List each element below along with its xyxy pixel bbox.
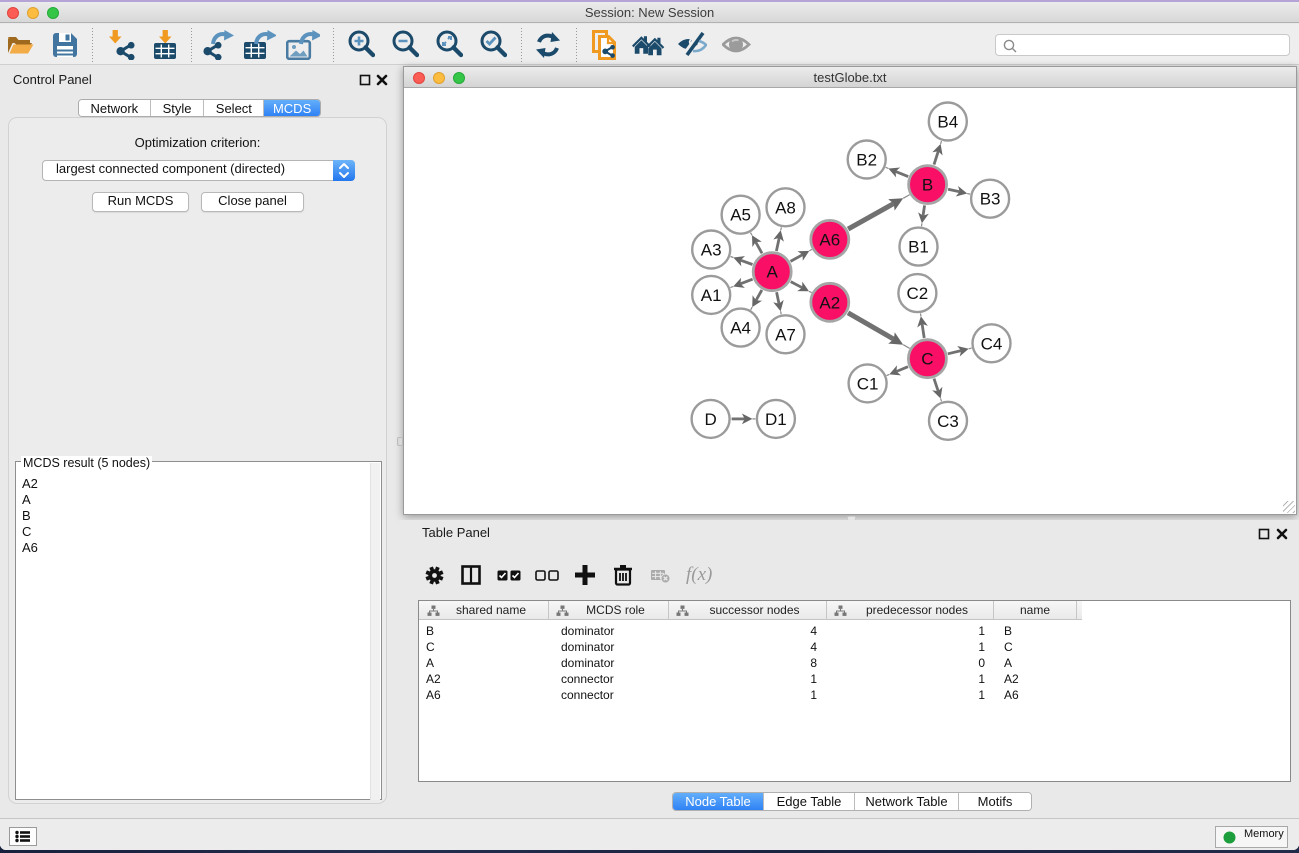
svg-text:C2: C2: [907, 284, 929, 303]
svg-text:C: C: [921, 350, 933, 369]
svg-text:B: B: [922, 176, 933, 195]
svg-text:A6: A6: [819, 230, 840, 249]
svg-text:C4: C4: [981, 334, 1003, 353]
svg-text:A1: A1: [701, 286, 722, 305]
svg-text:A8: A8: [775, 198, 796, 217]
svg-text:B1: B1: [908, 238, 929, 257]
svg-text:A3: A3: [701, 241, 722, 260]
svg-text:A7: A7: [775, 325, 796, 344]
svg-text:B2: B2: [856, 151, 877, 170]
svg-text:A5: A5: [730, 206, 751, 225]
svg-text:B4: B4: [937, 113, 958, 132]
svg-text:D1: D1: [765, 410, 787, 429]
svg-text:A4: A4: [730, 319, 751, 338]
svg-text:C3: C3: [937, 412, 959, 431]
svg-text:B3: B3: [980, 190, 1001, 209]
svg-text:D: D: [704, 410, 716, 429]
svg-text:C1: C1: [857, 374, 879, 393]
svg-text:A: A: [767, 263, 779, 282]
svg-text:A2: A2: [819, 293, 840, 312]
